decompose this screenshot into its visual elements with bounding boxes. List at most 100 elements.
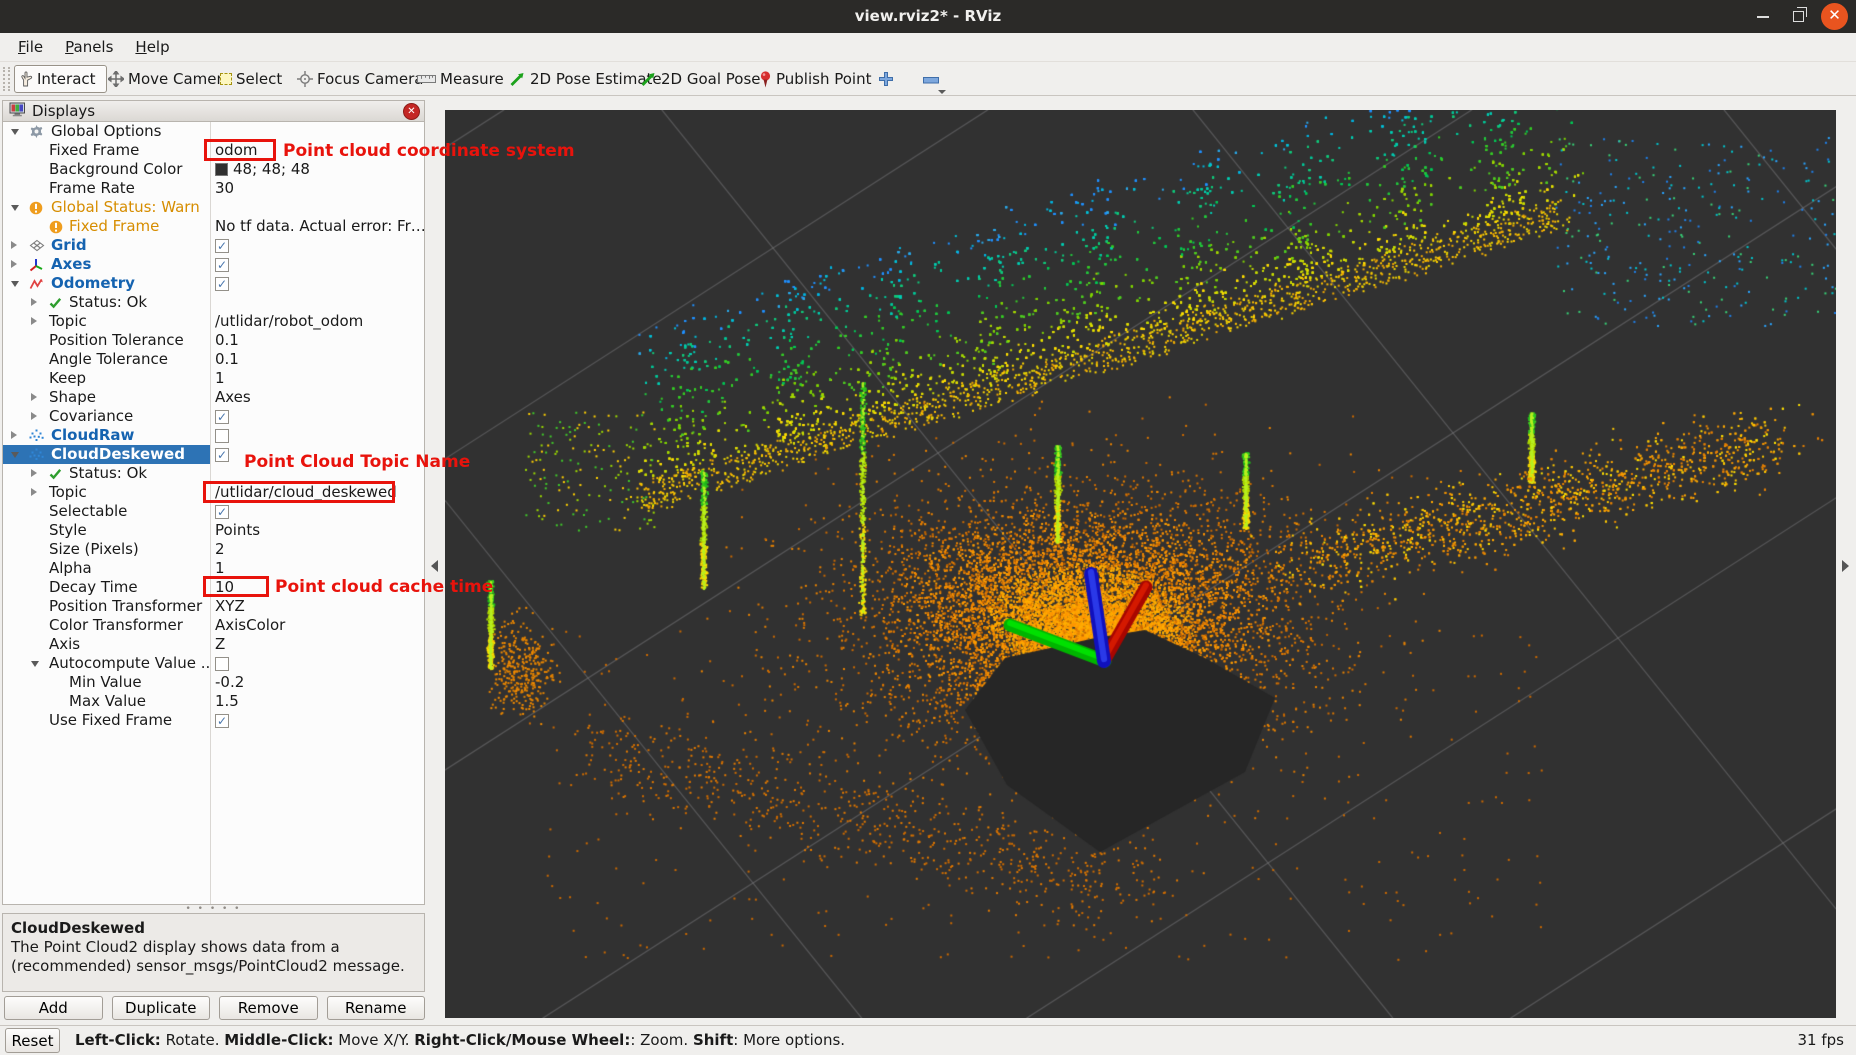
tree-row-selectable[interactable]: Selectable✓ bbox=[3, 502, 424, 521]
minimize-button[interactable] bbox=[1749, 3, 1776, 30]
tree-row-position-transformer[interactable]: Position TransformerXYZ bbox=[3, 597, 424, 616]
expander-icon[interactable] bbox=[31, 412, 37, 420]
checkbox-checked[interactable]: ✓ bbox=[215, 239, 229, 253]
tree-row-axis[interactable]: AxisZ bbox=[3, 635, 424, 654]
tree-row-odometry[interactable]: Odometry✓ bbox=[3, 274, 424, 293]
tree-row-position-tolerance[interactable]: Position Tolerance0.1 bbox=[3, 331, 424, 350]
expander-icon[interactable] bbox=[11, 260, 17, 268]
tree-row-value[interactable]: ✓ bbox=[211, 236, 424, 255]
menu-item-help[interactable]: Help bbox=[132, 36, 172, 58]
toolbar-button-interact[interactable]: Interact bbox=[14, 65, 107, 93]
toolbar-button-focus-camera[interactable]: Focus Camera bbox=[293, 65, 427, 93]
tree-row-keep[interactable]: Keep1 bbox=[3, 369, 424, 388]
tree-row-fixed-frame[interactable]: Fixed FrameNo tf data. Actual error: Fr… bbox=[3, 217, 424, 236]
checkbox-unchecked[interactable] bbox=[215, 429, 229, 443]
tree-row-size-pixels-[interactable]: Size (Pixels)2 bbox=[3, 540, 424, 559]
tree-row-value[interactable]: /utlidar/robot_odom bbox=[211, 312, 424, 331]
tree-row-value[interactable] bbox=[211, 426, 424, 445]
menu-item-file[interactable]: File bbox=[15, 36, 46, 58]
expander-icon[interactable] bbox=[31, 298, 37, 306]
tree-row-value[interactable]: 1.5 bbox=[211, 692, 424, 711]
tree-row-value[interactable]: -0.2 bbox=[211, 673, 424, 692]
expander-icon[interactable] bbox=[31, 488, 37, 496]
reset-button[interactable]: Reset bbox=[5, 1028, 60, 1053]
tree-row-status-ok[interactable]: Status: Ok bbox=[3, 293, 424, 312]
checkbox-checked[interactable]: ✓ bbox=[215, 277, 229, 291]
tree-row-topic[interactable]: Topic/utlidar/robot_odom bbox=[3, 312, 424, 331]
tree-row-shape[interactable]: ShapeAxes bbox=[3, 388, 424, 407]
3d-viewport[interactable] bbox=[445, 110, 1836, 1018]
maximize-button[interactable] bbox=[1785, 3, 1812, 30]
menu-item-panels[interactable]: Panels bbox=[62, 36, 116, 58]
tree-row-global-status-warn[interactable]: Global Status: Warn bbox=[3, 198, 424, 217]
expander-icon[interactable] bbox=[11, 129, 19, 135]
tree-row-value[interactable]: AxisColor bbox=[211, 616, 424, 635]
checkbox-checked[interactable]: ✓ bbox=[215, 448, 229, 462]
tree-row-value[interactable] bbox=[211, 198, 424, 217]
tree-row-frame-rate[interactable]: Frame Rate30 bbox=[3, 179, 424, 198]
tree-row-value[interactable]: 2 bbox=[211, 540, 424, 559]
collapse-left-icon[interactable] bbox=[431, 560, 438, 572]
tree-row-value[interactable]: 0.1 bbox=[211, 350, 424, 369]
toolbar-button-remove-tool[interactable] bbox=[919, 65, 943, 93]
toolbar-button-select[interactable]: Select bbox=[216, 65, 286, 93]
tree-row-value[interactable]: ✓ bbox=[211, 407, 424, 426]
tree-row-background-color[interactable]: Background Color48; 48; 48 bbox=[3, 160, 424, 179]
tree-row-autocompute-value-[interactable]: Autocompute Value ... bbox=[3, 654, 424, 673]
tree-row-max-value[interactable]: Max Value1.5 bbox=[3, 692, 424, 711]
tree-row-use-fixed-frame[interactable]: Use Fixed Frame✓ bbox=[3, 711, 424, 730]
close-button[interactable]: ✕ bbox=[1821, 3, 1848, 30]
expander-icon[interactable] bbox=[31, 317, 37, 325]
tree-row-value[interactable]: ✓ bbox=[211, 255, 424, 274]
checkbox-checked[interactable]: ✓ bbox=[215, 505, 229, 519]
tree-row-value[interactable] bbox=[211, 293, 424, 312]
tree-row-value[interactable]: ✓ bbox=[211, 711, 424, 730]
panel-close-button[interactable]: ✕ bbox=[403, 103, 420, 120]
panel-splitter-handle[interactable]: • • • • • bbox=[2, 905, 425, 913]
tree-row-value[interactable]: 48; 48; 48 bbox=[211, 160, 424, 179]
tree-row-value[interactable]: 30 bbox=[211, 179, 424, 198]
tree-row-value[interactable] bbox=[211, 654, 424, 673]
add-button[interactable]: Add bbox=[4, 996, 103, 1020]
toolbar-button-2d-goal-pose[interactable]: 2D Goal Pose bbox=[636, 65, 765, 93]
tree-row-value[interactable]: ✓ bbox=[211, 274, 424, 293]
tree-row-color-transformer[interactable]: Color TransformerAxisColor bbox=[3, 616, 424, 635]
tree-row-value[interactable]: 0.1 bbox=[211, 331, 424, 350]
tree-row-value[interactable]: 1 bbox=[211, 369, 424, 388]
toolbar-drag-handle[interactable] bbox=[3, 67, 10, 91]
tree-row-grid[interactable]: Grid✓ bbox=[3, 236, 424, 255]
expand-right-icon[interactable] bbox=[1842, 560, 1849, 572]
expander-icon[interactable] bbox=[11, 241, 17, 249]
expander-icon[interactable] bbox=[31, 393, 37, 401]
pointcloud-render-canvas[interactable] bbox=[445, 110, 1836, 1018]
tree-row-cloudraw[interactable]: CloudRaw bbox=[3, 426, 424, 445]
tree-row-value[interactable]: Points bbox=[211, 521, 424, 540]
remove-button[interactable]: Remove bbox=[219, 996, 318, 1020]
checkbox-checked[interactable]: ✓ bbox=[215, 258, 229, 272]
checkbox-checked[interactable]: ✓ bbox=[215, 714, 229, 728]
tree-row-min-value[interactable]: Min Value-0.2 bbox=[3, 673, 424, 692]
toolbar-button-publish-point[interactable]: Publish Point bbox=[755, 65, 875, 93]
expander-icon[interactable] bbox=[11, 205, 19, 211]
tree-row-value[interactable]: XYZ bbox=[211, 597, 424, 616]
tree-row-angle-tolerance[interactable]: Angle Tolerance0.1 bbox=[3, 350, 424, 369]
expander-icon[interactable] bbox=[31, 469, 37, 477]
duplicate-button[interactable]: Duplicate bbox=[112, 996, 211, 1020]
expander-icon[interactable] bbox=[11, 452, 19, 458]
tree-row-value[interactable]: No tf data. Actual error: Fr… bbox=[211, 217, 424, 236]
tree-row-style[interactable]: StylePoints bbox=[3, 521, 424, 540]
tree-row-value[interactable]: Z bbox=[211, 635, 424, 654]
checkbox-checked[interactable]: ✓ bbox=[215, 410, 229, 424]
toolbar-button-add-tool[interactable] bbox=[873, 65, 899, 93]
checkbox-unchecked[interactable] bbox=[215, 657, 229, 671]
right-panel-collapsed-strip[interactable] bbox=[1836, 110, 1856, 1018]
tree-row-value[interactable]: Axes bbox=[211, 388, 424, 407]
rename-button[interactable]: Rename bbox=[327, 996, 426, 1020]
tree-row-axes[interactable]: Axes✓ bbox=[3, 255, 424, 274]
tree-row-covariance[interactable]: Covariance✓ bbox=[3, 407, 424, 426]
expander-icon[interactable] bbox=[11, 431, 17, 439]
expander-icon[interactable] bbox=[11, 281, 19, 287]
expander-icon[interactable] bbox=[31, 661, 39, 667]
toolbar-button-measure[interactable]: Measure bbox=[413, 65, 508, 93]
tree-row-value[interactable]: ✓ bbox=[211, 502, 424, 521]
